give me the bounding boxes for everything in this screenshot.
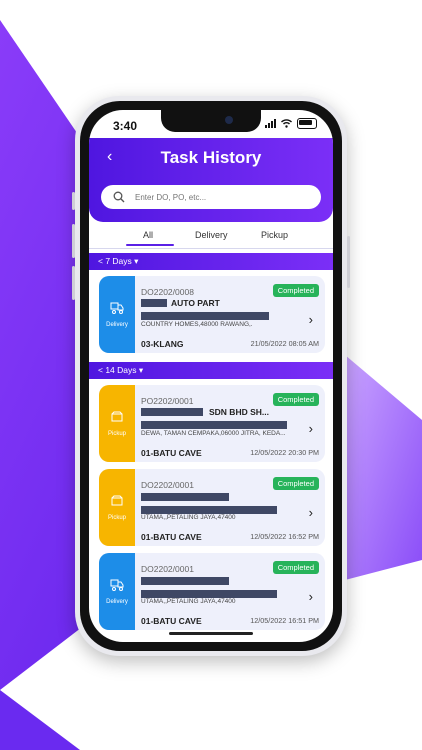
- page-title: Task History: [160, 148, 262, 167]
- datetime: 12/05/2022 16:52 PM: [250, 532, 319, 541]
- pickup-badge: Pickup: [99, 469, 135, 546]
- volume-down-button: [72, 266, 75, 300]
- redacted-text: [141, 577, 229, 585]
- battery-icon: [297, 118, 317, 129]
- task-card[interactable]: Delivery DO2202/0001 Completed UTAMA,,PE…: [99, 553, 325, 630]
- redacted-text: [141, 299, 167, 307]
- status-icons: [265, 118, 317, 129]
- search-icon: [113, 191, 125, 203]
- area-label: 01-BATU CAVE: [141, 616, 202, 626]
- redacted-text: [141, 590, 277, 598]
- delivery-badge: Delivery: [99, 553, 135, 630]
- filter-tabs: All Delivery Pickup: [89, 230, 333, 250]
- home-indicator[interactable]: [169, 632, 253, 635]
- area-label: 03-KLANG: [141, 339, 184, 349]
- search-bar[interactable]: [101, 185, 321, 209]
- phone-frame: 3:40 ‹ Task History All Delivery Pickup: [72, 96, 350, 656]
- task-code: DO2202/0008: [141, 287, 194, 297]
- address: DEWA, TAMAN CEMPAKA,06000 JITRA, KEDA...: [141, 430, 286, 437]
- address: COUNTRY HOMES,48000 RAWANG,.: [141, 321, 253, 328]
- volume-up-button: [72, 224, 75, 258]
- task-code: PO2202/0001: [141, 396, 194, 406]
- company-name: SDN BHD SH...: [209, 407, 269, 417]
- status-badge: Completed: [272, 561, 319, 574]
- redacted-text: [141, 421, 287, 429]
- notch: [161, 110, 261, 132]
- task-code: DO2202/0001: [141, 564, 194, 574]
- area-label: 01-BATU CAVE: [141, 448, 202, 458]
- status-badge: Completed: [272, 393, 319, 406]
- card-type-label: Delivery: [106, 322, 128, 328]
- tab-selected-indicator: [126, 244, 174, 246]
- tab-pickup[interactable]: Pickup: [261, 230, 288, 240]
- mute-switch: [72, 192, 75, 210]
- redacted-text: [141, 408, 203, 416]
- chevron-right-icon: ›: [308, 505, 313, 520]
- section-label: < 7 Days ▾: [98, 256, 139, 266]
- phone-bezel: 3:40 ‹ Task History All Delivery Pickup: [80, 101, 342, 651]
- delivery-badge: Delivery: [99, 276, 135, 353]
- redacted-text: [141, 506, 277, 514]
- area-label: 01-BATU CAVE: [141, 532, 202, 542]
- card-type-label: Delivery: [106, 599, 128, 605]
- address: UTAMA,,PETALING JAYA,47400: [141, 514, 236, 521]
- search-input[interactable]: [133, 191, 307, 203]
- datetime: 21/05/2022 08:05 AM: [250, 339, 319, 348]
- app-header: ‹ Task History: [89, 138, 333, 222]
- wifi-icon: [281, 119, 292, 128]
- redacted-text: [141, 312, 269, 320]
- pickup-badge: Pickup: [99, 385, 135, 462]
- datetime: 12/05/2022 20:30 PM: [250, 448, 319, 457]
- tab-divider: [89, 248, 333, 249]
- tab-all[interactable]: All: [143, 230, 153, 240]
- chevron-right-icon: ›: [308, 312, 313, 327]
- section-label: < 14 Days ▾: [98, 365, 144, 375]
- truck-icon: [110, 302, 124, 314]
- status-time: 3:40: [113, 119, 138, 133]
- status-badge: Completed: [272, 284, 319, 297]
- address: UTAMA,,PETALING JAYA,47400: [141, 598, 236, 605]
- section-14-days[interactable]: < 14 Days ▾: [89, 362, 333, 379]
- task-code: DO2202/0001: [141, 480, 194, 490]
- card-type-label: Pickup: [107, 515, 126, 521]
- chevron-right-icon: ›: [308, 589, 313, 604]
- company-name: AUTO PART: [171, 298, 220, 308]
- task-card[interactable]: Pickup PO2202/0001 Completed SDN BHD SH.…: [99, 385, 325, 462]
- tab-delivery[interactable]: Delivery: [195, 230, 228, 240]
- package-icon: [111, 411, 123, 422]
- app-screen: 3:40 ‹ Task History All Delivery Pickup: [89, 110, 333, 642]
- task-card[interactable]: Delivery DO2202/0008 Completed AUTO PART…: [99, 276, 325, 353]
- redacted-text: [141, 493, 229, 501]
- package-icon: [111, 495, 123, 506]
- truck-icon: [110, 579, 124, 591]
- camera-dot: [225, 116, 233, 124]
- datetime: 12/05/2022 16:51 PM: [250, 616, 319, 625]
- section-7-days[interactable]: < 7 Days ▾: [89, 253, 333, 270]
- chevron-right-icon: ›: [308, 421, 313, 436]
- status-badge: Completed: [272, 477, 319, 490]
- signal-icon: [265, 119, 276, 128]
- card-type-label: Pickup: [107, 431, 126, 437]
- task-card[interactable]: Pickup DO2202/0001 Completed UTAMA,,PETA…: [99, 469, 325, 546]
- power-button: [347, 236, 350, 288]
